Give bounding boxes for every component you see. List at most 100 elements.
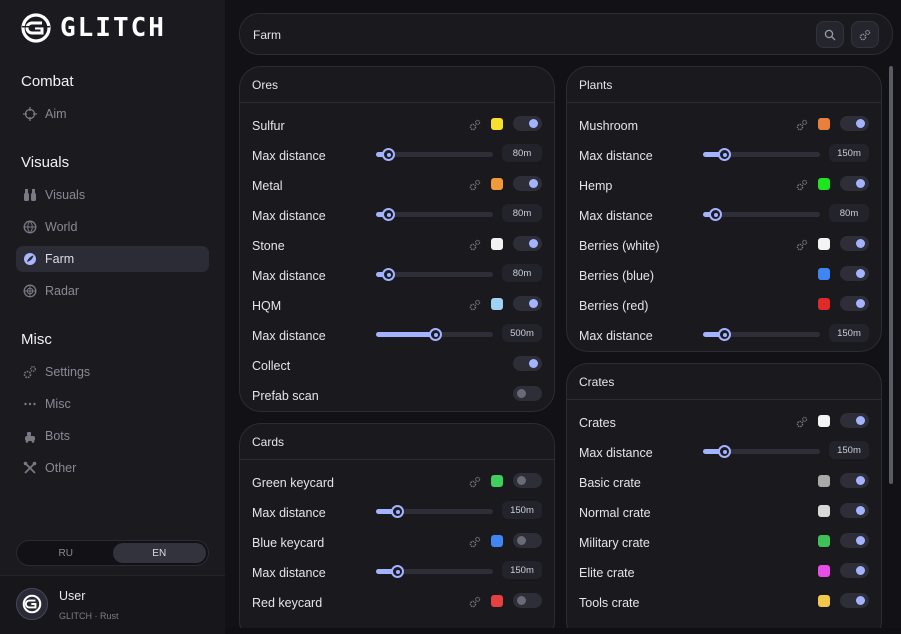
mushroom-toggle[interactable] bbox=[840, 116, 869, 131]
metal-label: Metal bbox=[252, 179, 283, 193]
metal-distance-slider[interactable] bbox=[376, 208, 493, 221]
berries-white-toggle[interactable] bbox=[840, 236, 869, 251]
metal-color-swatch[interactable] bbox=[491, 178, 503, 190]
sulfur-color-swatch[interactable] bbox=[491, 118, 503, 130]
section-misc: Misc bbox=[21, 331, 52, 348]
hqm-color-swatch[interactable] bbox=[491, 298, 503, 310]
slider-thumb[interactable] bbox=[382, 148, 395, 161]
slider-thumb[interactable] bbox=[718, 148, 731, 161]
red-keycard-toggle[interactable] bbox=[513, 593, 542, 608]
hemp-toggle[interactable] bbox=[840, 176, 869, 191]
sulfur-toggle[interactable] bbox=[513, 116, 542, 131]
elite-crate-toggle[interactable] bbox=[840, 563, 869, 578]
slider-thumb[interactable] bbox=[709, 208, 722, 221]
sidebar-item-label: World bbox=[45, 220, 78, 234]
mushroom-distance-slider[interactable] bbox=[703, 148, 820, 161]
gears-icon[interactable] bbox=[796, 179, 808, 191]
gears-icon[interactable] bbox=[469, 179, 481, 191]
stone-distance-slider[interactable] bbox=[376, 268, 493, 281]
basic-crate-toggle[interactable] bbox=[840, 473, 869, 488]
normal-crate-color-swatch[interactable] bbox=[818, 505, 830, 517]
tools-crate-color-swatch[interactable] bbox=[818, 595, 830, 607]
mushroom-color-swatch[interactable] bbox=[818, 118, 830, 130]
gears-icon[interactable] bbox=[469, 299, 481, 311]
lang-option-en[interactable]: EN bbox=[112, 543, 206, 563]
avatar[interactable] bbox=[16, 588, 48, 620]
tools-crate-toggle[interactable] bbox=[840, 593, 869, 608]
sidebar-item-radar[interactable]: Radar bbox=[16, 278, 209, 304]
sidebar-item-visuals[interactable]: Visuals bbox=[16, 182, 209, 208]
slider-thumb[interactable] bbox=[382, 208, 395, 221]
green-keycard-toggle[interactable] bbox=[513, 473, 542, 488]
berries-blue-toggle[interactable] bbox=[840, 266, 869, 281]
elite-crate-label: Elite crate bbox=[579, 566, 635, 580]
green-keycard-color-swatch[interactable] bbox=[491, 475, 503, 487]
blue-keycard-distance-slider[interactable] bbox=[376, 565, 493, 578]
scrollbar[interactable] bbox=[889, 66, 893, 484]
gears-icon[interactable] bbox=[469, 536, 481, 548]
settings-button[interactable] bbox=[851, 21, 879, 48]
lang-option-ru[interactable]: RU bbox=[19, 543, 113, 563]
mushroom-distance-row: Max distance 150m bbox=[567, 141, 881, 171]
berries-distance-slider[interactable] bbox=[703, 328, 820, 341]
collect-toggle[interactable] bbox=[513, 356, 542, 371]
slider-thumb[interactable] bbox=[718, 328, 731, 341]
basic-crate-color-swatch[interactable] bbox=[818, 475, 830, 487]
gears-icon[interactable] bbox=[796, 239, 808, 251]
slider-thumb[interactable] bbox=[429, 328, 442, 341]
sidebar-item-aim[interactable]: Aim bbox=[16, 101, 209, 127]
metal-toggle[interactable] bbox=[513, 176, 542, 191]
blue-keycard-toggle[interactable] bbox=[513, 533, 542, 548]
slider-thumb[interactable] bbox=[718, 445, 731, 458]
elite-crate-color-swatch[interactable] bbox=[818, 565, 830, 577]
crates-toggle[interactable] bbox=[840, 413, 869, 428]
green-keycard-distance-value: 150m bbox=[502, 501, 542, 519]
crates-color-swatch[interactable] bbox=[818, 415, 830, 427]
user-subtitle: GLITCH · Rust bbox=[59, 611, 119, 621]
gears-icon[interactable] bbox=[469, 119, 481, 131]
gears-icon[interactable] bbox=[469, 596, 481, 608]
sidebar-item-world[interactable]: World bbox=[16, 214, 209, 240]
toggle-knob bbox=[529, 119, 538, 128]
gears-icon[interactable] bbox=[469, 239, 481, 251]
blue-keycard-color-swatch[interactable] bbox=[491, 535, 503, 547]
gears-icon[interactable] bbox=[796, 119, 808, 131]
toggle-knob bbox=[856, 119, 865, 128]
toggle-knob bbox=[856, 416, 865, 425]
berries-white-color-swatch[interactable] bbox=[818, 238, 830, 250]
slider-thumb[interactable] bbox=[391, 565, 404, 578]
slider-thumb[interactable] bbox=[391, 505, 404, 518]
stone-color-swatch[interactable] bbox=[491, 238, 503, 250]
blue-keycard-distance-value: 150m bbox=[502, 561, 542, 579]
military-crate-label: Military crate bbox=[579, 536, 650, 550]
crates-distance-slider[interactable] bbox=[703, 445, 820, 458]
search-button[interactable] bbox=[816, 21, 844, 48]
green-keycard-distance-slider[interactable] bbox=[376, 505, 493, 518]
military-crate-color-swatch[interactable] bbox=[818, 535, 830, 547]
red-keycard-color-swatch[interactable] bbox=[491, 595, 503, 607]
sidebar-item-other[interactable]: Other bbox=[16, 455, 209, 481]
gears-icon[interactable] bbox=[796, 416, 808, 428]
toggle-knob bbox=[856, 566, 865, 575]
berries-red-color-swatch[interactable] bbox=[818, 298, 830, 310]
berries-red-toggle[interactable] bbox=[840, 296, 869, 311]
sidebar-item-bots[interactable]: Bots bbox=[16, 423, 209, 449]
sidebar-item-settings[interactable]: Settings bbox=[16, 359, 209, 385]
sulfur-distance-slider[interactable] bbox=[376, 148, 493, 161]
normal-crate-toggle[interactable] bbox=[840, 503, 869, 518]
stone-toggle[interactable] bbox=[513, 236, 542, 251]
sidebar-item-misc[interactable]: Misc bbox=[16, 391, 209, 417]
hqm-toggle[interactable] bbox=[513, 296, 542, 311]
sidebar-item-farm[interactable]: Farm bbox=[16, 246, 209, 272]
hemp-color-swatch[interactable] bbox=[818, 178, 830, 190]
prefab-scan-toggle[interactable] bbox=[513, 386, 542, 401]
hqm-distance-slider[interactable] bbox=[376, 328, 493, 341]
berries-blue-color-swatch[interactable] bbox=[818, 268, 830, 280]
military-crate-toggle[interactable] bbox=[840, 533, 869, 548]
hemp-distance-slider[interactable] bbox=[703, 208, 820, 221]
gears-icon[interactable] bbox=[469, 476, 481, 488]
hqm-row: HQM bbox=[240, 291, 554, 321]
bots-icon bbox=[23, 429, 37, 443]
slider-thumb[interactable] bbox=[382, 268, 395, 281]
max-distance-label: Max distance bbox=[579, 209, 653, 223]
